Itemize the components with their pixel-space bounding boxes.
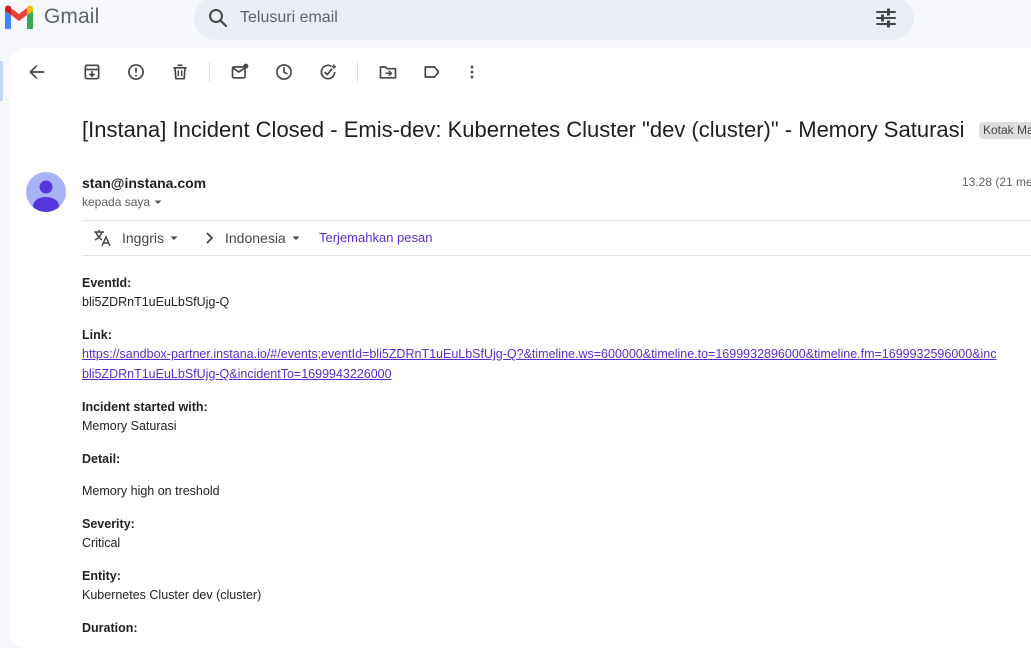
mark-unread-button[interactable] xyxy=(228,60,252,84)
message-timestamp: 13.28 (21 mer xyxy=(962,175,1031,189)
search-icon[interactable] xyxy=(206,6,230,30)
search-bar xyxy=(194,0,914,40)
label-button[interactable] xyxy=(420,60,444,84)
event-id-value: bli5ZDRnT1uEuLbSfUjg-Q xyxy=(82,295,230,309)
target-language-select[interactable]: Indonesia xyxy=(225,230,302,246)
snooze-button[interactable] xyxy=(272,60,296,84)
move-to-icon xyxy=(379,66,397,79)
move-to-button[interactable] xyxy=(376,60,400,84)
link-label: Link: xyxy=(82,328,112,342)
source-language-select[interactable]: Inggris xyxy=(122,230,180,246)
toolbar-divider xyxy=(357,62,358,82)
duration-label: Duration: xyxy=(82,621,138,635)
delete-button[interactable] xyxy=(168,60,192,84)
add-to-tasks-button[interactable] xyxy=(316,60,340,84)
email-subject: [Instana] Incident Closed - Emis-dev: Ku… xyxy=(82,117,965,142)
chevron-right-icon xyxy=(206,232,214,244)
entity-label: Entity: xyxy=(82,569,121,583)
incident-started-value: Memory Saturasi xyxy=(82,419,177,433)
mark-unread-icon xyxy=(231,63,249,79)
incident-started-label: Incident started with: xyxy=(82,400,208,414)
event-id-label: EventId: xyxy=(82,276,132,290)
sender-email[interactable]: stan@instana.com xyxy=(82,175,206,191)
toolbar-divider xyxy=(209,62,210,82)
chevron-down-icon xyxy=(292,236,300,240)
detail-label: Detail: xyxy=(82,452,121,466)
search-options-icon[interactable] xyxy=(874,6,898,30)
report-spam-icon xyxy=(128,64,144,80)
severity-label: Severity: xyxy=(82,517,135,531)
inbox-label-badge[interactable]: Kotak Ma xyxy=(979,122,1031,139)
gmail-logo[interactable] xyxy=(3,4,35,30)
snooze-icon xyxy=(276,64,292,80)
archive-icon xyxy=(84,64,100,80)
avatar[interactable] xyxy=(26,172,66,212)
detail-value: Memory high on treshold xyxy=(82,484,220,498)
translate-icon xyxy=(94,230,111,247)
chevron-down-icon xyxy=(154,200,162,204)
translate-bar: Inggris Indonesia Terjemahkan pesan xyxy=(82,220,1031,256)
target-language-label: Indonesia xyxy=(225,230,286,246)
translate-message-link[interactable]: Terjemahkan pesan xyxy=(319,230,432,245)
recipient-label: kepada saya xyxy=(82,195,151,209)
side-panel-indicator xyxy=(0,61,3,101)
search-input[interactable] xyxy=(238,6,842,30)
report-spam-button[interactable] xyxy=(124,60,148,84)
event-link-line-2[interactable]: bli5ZDRnT1uEuLbSfUjg-Q&incidentTo=169994… xyxy=(82,367,392,381)
more-icon xyxy=(470,65,474,79)
message-toolbar xyxy=(10,48,1031,96)
gmail-m-icon xyxy=(5,5,33,29)
recipient-details[interactable]: kepada saya xyxy=(82,195,164,209)
label-icon xyxy=(424,66,440,78)
top-bar: Gmail xyxy=(0,0,1031,40)
person-icon xyxy=(33,180,59,212)
back-icon xyxy=(29,65,45,79)
event-link-line-1[interactable]: https://sandbox-partner.instana.io/#/eve… xyxy=(82,347,997,361)
archive-button[interactable] xyxy=(80,60,104,84)
delete-icon xyxy=(173,64,187,80)
add-to-tasks-icon xyxy=(320,64,336,80)
source-language-label: Inggris xyxy=(122,230,165,246)
entity-value: Kubernetes Cluster dev (cluster) xyxy=(82,588,262,602)
gmail-wordmark: Gmail xyxy=(44,5,100,28)
more-button[interactable] xyxy=(460,60,484,84)
back-button[interactable] xyxy=(25,60,49,84)
message-panel: [Instana] Incident Closed - Emis-dev: Ku… xyxy=(10,48,1031,648)
severity-value: Critical xyxy=(82,536,121,550)
chevron-down-icon xyxy=(170,236,178,240)
